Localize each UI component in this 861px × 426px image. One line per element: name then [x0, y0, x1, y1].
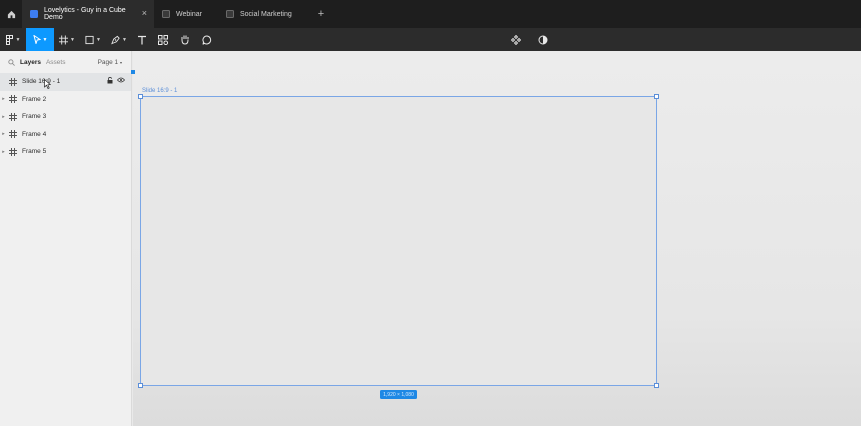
frame-label[interactable]: Slide 16:9 - 1: [142, 88, 177, 94]
figma-file-icon: [30, 10, 38, 18]
chevron-right-icon[interactable]: ▸: [0, 96, 7, 102]
dimension-badge: 1,920 × 1,080: [380, 390, 417, 399]
chevron-down-icon: ▼: [70, 36, 75, 43]
shape-tool-button[interactable]: ▼: [80, 28, 106, 51]
toolbar: ▼ ▼ ▼ ▼ ▼: [0, 28, 861, 51]
tab-bar: Lovelytics - Guy in a Cube Demo × Webina…: [0, 0, 861, 28]
comment-tool-icon: [202, 34, 212, 45]
resize-handle-top-right[interactable]: [654, 94, 659, 99]
new-tab-button[interactable]: +: [310, 0, 332, 28]
text-tool-icon: [138, 35, 146, 44]
tab-assets[interactable]: Assets: [46, 59, 66, 66]
tab-webinar[interactable]: Webinar: [154, 0, 218, 28]
contrast-icon: [538, 35, 548, 44]
toolbar-right-group: [505, 28, 553, 51]
main-menu-button[interactable]: ▼: [0, 28, 26, 51]
chevron-down-icon: ▼: [122, 36, 127, 43]
move-tool-icon: [32, 35, 41, 44]
hand-tool-button[interactable]: [174, 28, 196, 51]
close-tab-icon[interactable]: ×: [142, 9, 147, 18]
layer-row-frame-2[interactable]: ▸ Frame 2: [0, 91, 131, 109]
layer-label: Slide 16:9 - 1: [22, 78, 61, 86]
lock-icon[interactable]: [107, 77, 113, 84]
eye-icon[interactable]: [117, 77, 125, 83]
frame-icon: [9, 95, 17, 104]
resize-handle-bottom-right[interactable]: [654, 383, 659, 388]
search-icon[interactable]: [8, 58, 15, 66]
mouse-cursor-icon: [44, 79, 51, 89]
frame-icon: [9, 112, 17, 121]
chevron-down-icon: ▼: [15, 36, 21, 43]
tab-layers[interactable]: Layers: [20, 59, 41, 66]
frame-icon: [9, 77, 17, 86]
page-selector[interactable]: Page 1 ▾: [98, 59, 122, 66]
plus-icon: +: [317, 8, 325, 20]
layer-row-frame-4[interactable]: ▸ Frame 4: [0, 126, 131, 144]
chevron-down-icon: ▼: [96, 36, 101, 43]
layer-row-slide[interactable]: Slide 16:9 - 1: [0, 73, 131, 91]
tab-label: Webinar: [176, 10, 202, 18]
layer-label: Frame 3: [22, 113, 47, 121]
resources-button[interactable]: [152, 28, 174, 51]
page-selector-label: Page 1: [97, 58, 119, 66]
pen-tool-button[interactable]: ▼: [106, 28, 132, 51]
figma-file-icon: [226, 10, 234, 18]
chevron-right-icon[interactable]: ▸: [0, 131, 7, 137]
move-tool-button[interactable]: ▼: [26, 28, 54, 51]
layer-label: Frame 4: [22, 130, 47, 138]
home-button[interactable]: [0, 0, 22, 28]
resources-icon: [158, 34, 168, 45]
layer-row-actions: [107, 77, 125, 84]
chevron-down-icon: ▼: [42, 36, 48, 43]
selection-indicator: [131, 70, 135, 74]
left-panel: Layers Assets Page 1 ▾ Slide 16:9 - 1 ▸ …: [0, 51, 132, 426]
layer-row-frame-5[interactable]: ▸ Frame 5: [0, 143, 131, 161]
hand-tool-icon: [181, 35, 189, 45]
chevron-right-icon[interactable]: ▸: [0, 114, 7, 120]
tab-social-marketing[interactable]: Social Marketing: [218, 0, 308, 28]
tab-lovelytics[interactable]: Lovelytics - Guy in a Cube Demo ×: [22, 0, 154, 28]
contrast-button[interactable]: [533, 28, 553, 51]
frame-tool-button[interactable]: ▼: [54, 28, 80, 51]
panel-header: Layers Assets Page 1 ▾: [0, 51, 131, 73]
layer-label: Frame 5: [22, 148, 47, 156]
tab-label: Lovelytics - Guy in a Cube Demo: [44, 7, 126, 21]
frame-icon: [9, 130, 17, 139]
figma-file-icon: [162, 10, 170, 18]
shape-tool-icon: [85, 35, 94, 44]
frame-tool-icon: [59, 34, 69, 45]
text-tool-button[interactable]: [132, 28, 152, 51]
figma-menu-icon: [5, 34, 13, 45]
tab-label: Social Marketing: [240, 10, 292, 18]
layer-row-frame-3[interactable]: ▸ Frame 3: [0, 108, 131, 126]
pen-tool-icon: [111, 35, 120, 44]
home-icon: [7, 10, 15, 18]
comment-tool-button[interactable]: [196, 28, 218, 51]
layer-label: Frame 2: [22, 95, 47, 103]
resize-handle-top-left[interactable]: [138, 94, 143, 99]
slide-frame[interactable]: [138, 94, 659, 388]
component-icon: [511, 34, 521, 45]
resize-handle-bottom-left[interactable]: [138, 383, 143, 388]
component-button[interactable]: [505, 28, 527, 51]
chevron-right-icon[interactable]: ▸: [0, 149, 7, 155]
chevron-down-icon: ▾: [119, 59, 122, 65]
frame-icon: [9, 147, 17, 156]
